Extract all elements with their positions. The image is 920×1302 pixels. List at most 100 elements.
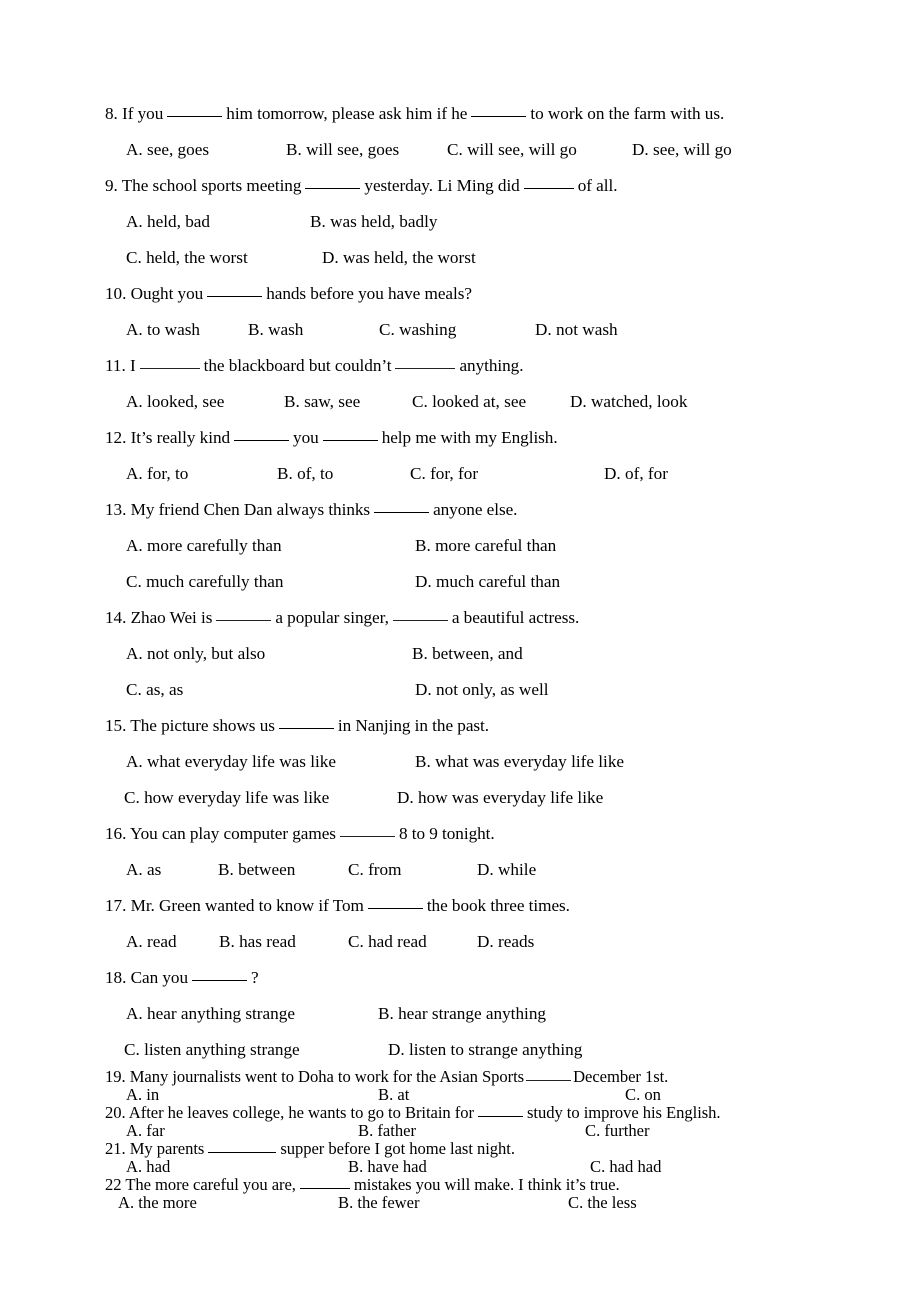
option-a-22[interactable]: A. the more <box>118 1194 197 1212</box>
option-a-14[interactable]: A. not only, but also <box>126 636 265 672</box>
option-a-15[interactable]: A. what everyday life was like <box>126 744 336 780</box>
answer-blank[interactable] <box>477 1116 523 1117</box>
option-d-13[interactable]: D. much careful than <box>415 564 560 600</box>
option-a-9[interactable]: A. held, bad <box>126 204 210 240</box>
answer-blank[interactable] <box>374 512 430 513</box>
option-b-12[interactable]: B. of, to <box>277 456 333 492</box>
option-label: C. <box>124 1040 140 1059</box>
option-b-14[interactable]: B. between, and <box>412 636 523 672</box>
stem-text-13a: My friend Chen Dan always thinks <box>130 500 371 519</box>
answer-blank[interactable] <box>395 368 456 369</box>
option-d-15[interactable]: D. how was everyday life like <box>397 780 603 816</box>
stem-text-12c: help me with my English. <box>381 428 558 447</box>
option-text: saw, see <box>304 392 361 411</box>
option-a-12[interactable]: A. for, to <box>126 456 188 492</box>
answer-blank[interactable] <box>208 1152 277 1153</box>
question-block-19: 19. Many journalists went to Doha to wor… <box>0 1068 920 1104</box>
answer-blank[interactable] <box>526 1080 572 1081</box>
option-c-10[interactable]: C. washing <box>379 312 456 348</box>
option-b-10[interactable]: B. wash <box>248 312 303 348</box>
option-a-19[interactable]: A. in <box>126 1086 159 1104</box>
option-a-16[interactable]: A. as <box>126 852 161 888</box>
option-d-14[interactable]: D. not only, as well <box>415 672 549 708</box>
answer-blank[interactable] <box>167 116 223 117</box>
option-text: the fewer <box>357 1193 420 1212</box>
answer-blank[interactable] <box>234 440 290 441</box>
option-b-19[interactable]: B. at <box>378 1086 409 1104</box>
stem-text-22a: The more careful you are, <box>125 1175 296 1194</box>
stem-text-9a: The school sports meeting <box>121 176 302 195</box>
option-b-20[interactable]: B. father <box>358 1122 416 1140</box>
option-label: B. <box>286 140 302 159</box>
option-c-11[interactable]: C. looked at, see <box>412 384 526 420</box>
option-d-10[interactable]: D. not wash <box>535 312 618 348</box>
option-a-17[interactable]: A. read <box>126 924 177 960</box>
option-b-8[interactable]: B. will see, goes <box>286 132 399 168</box>
option-text: between <box>238 860 296 879</box>
option-label: A. <box>126 536 143 555</box>
answer-blank[interactable] <box>523 188 574 189</box>
option-a-10[interactable]: A. to wash <box>126 312 200 348</box>
option-b-13[interactable]: B. more careful than <box>415 528 556 564</box>
question-stem-10: 10. Ought you hands before you have meals… <box>0 276 920 312</box>
option-a-11[interactable]: A. looked, see <box>126 384 224 420</box>
option-d-17[interactable]: D. reads <box>477 924 534 960</box>
option-c-13[interactable]: C. much carefully than <box>126 564 284 600</box>
option-c-14[interactable]: C. as, as <box>126 672 183 708</box>
option-a-20[interactable]: A. far <box>126 1122 165 1140</box>
option-text: in <box>146 1085 160 1104</box>
option-c-17[interactable]: C. had read <box>348 924 427 960</box>
option-c-21[interactable]: C. had had <box>590 1158 661 1176</box>
option-d-12[interactable]: D. of, for <box>604 456 668 492</box>
option-d-8[interactable]: D. see, will go <box>632 132 732 168</box>
dense-question-section: 19. Many journalists went to Doha to wor… <box>0 1068 920 1212</box>
option-b-17[interactable]: B. has read <box>219 924 296 960</box>
option-d-11[interactable]: D. watched, look <box>570 384 687 420</box>
stem-text-9b: yesterday. Li Ming did <box>364 176 520 195</box>
answer-blank[interactable] <box>471 116 527 117</box>
option-c-22[interactable]: C. the less <box>568 1194 637 1212</box>
answer-blank[interactable] <box>216 620 272 621</box>
answer-blank[interactable] <box>192 980 248 981</box>
answer-blank[interactable] <box>367 908 423 909</box>
question-number-8: 8. <box>105 104 118 123</box>
option-d-9[interactable]: D. was held, the worst <box>322 240 476 276</box>
option-c-16[interactable]: C. from <box>348 852 401 888</box>
answer-blank[interactable] <box>322 440 378 441</box>
option-text: wash <box>268 320 304 339</box>
answer-blank[interactable] <box>299 1188 350 1189</box>
option-a-8[interactable]: A. see, goes <box>126 132 209 168</box>
option-text: not wash <box>556 320 618 339</box>
option-text: what was everyday life like <box>435 752 625 771</box>
option-c-12[interactable]: C. for, for <box>410 456 478 492</box>
answer-blank[interactable] <box>139 368 200 369</box>
option-text: have had <box>367 1157 427 1176</box>
option-c-18[interactable]: C. listen anything strange <box>124 1032 300 1068</box>
option-b-18[interactable]: B. hear strange anything <box>378 996 546 1032</box>
option-a-21[interactable]: A. had <box>126 1158 170 1176</box>
option-b-11[interactable]: B. saw, see <box>284 384 360 420</box>
answer-blank[interactable] <box>278 728 334 729</box>
stem-text-8b: him tomorrow, please ask him if he <box>226 104 468 123</box>
question-block-18: 18. Can you? A. hear anything strange B.… <box>0 960 920 1068</box>
option-b-21[interactable]: B. have had <box>348 1158 427 1176</box>
option-d-18[interactable]: D. listen to strange anything <box>388 1032 582 1068</box>
option-b-22[interactable]: B. the fewer <box>338 1194 420 1212</box>
option-c-8[interactable]: C. will see, will go <box>447 132 577 168</box>
answer-blank[interactable] <box>207 296 263 297</box>
option-c-19[interactable]: C. on <box>625 1086 661 1104</box>
answer-blank[interactable] <box>305 188 361 189</box>
option-d-16[interactable]: D. while <box>477 852 536 888</box>
answer-blank[interactable] <box>392 620 448 621</box>
option-c-9[interactable]: C. held, the worst <box>126 240 248 276</box>
option-a-18[interactable]: A. hear anything strange <box>126 996 295 1032</box>
option-c-20[interactable]: C. further <box>585 1122 650 1140</box>
option-text: as <box>147 860 162 879</box>
option-b-9[interactable]: B. was held, badly <box>310 204 437 240</box>
option-b-15[interactable]: B. what was everyday life like <box>415 744 624 780</box>
option-b-16[interactable]: B. between <box>218 852 295 888</box>
option-a-13[interactable]: A. more carefully than <box>126 528 282 564</box>
stem-text-17a: Mr. Green wanted to know if Tom <box>130 896 364 915</box>
option-c-15[interactable]: C. how everyday life was like <box>124 780 329 816</box>
answer-blank[interactable] <box>339 836 395 837</box>
